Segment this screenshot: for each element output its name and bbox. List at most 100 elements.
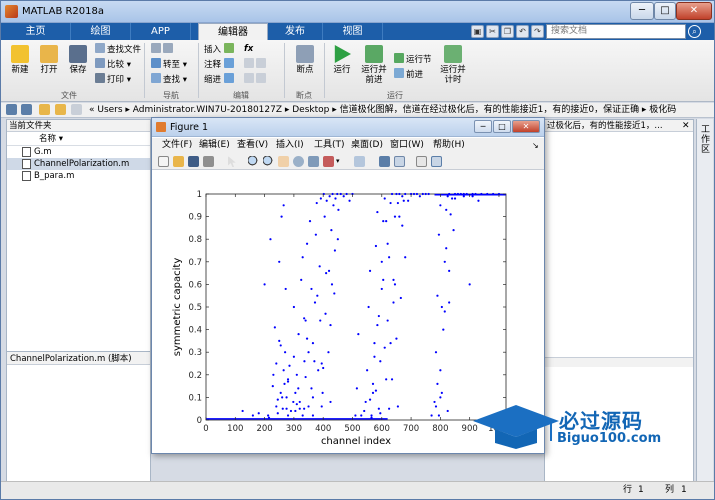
menu-view[interactable]: 查看(V) bbox=[237, 138, 268, 153]
indent-button[interactable]: 缩进 bbox=[204, 73, 236, 86]
minimize-button[interactable]: ─ bbox=[630, 2, 654, 20]
data-point bbox=[348, 199, 351, 202]
data-point bbox=[459, 192, 462, 196]
search-docs-input[interactable]: 搜索文档 bbox=[546, 24, 686, 39]
tab-apps[interactable]: APP bbox=[131, 23, 191, 40]
data-point bbox=[322, 366, 325, 370]
file-row-selected[interactable]: ChannelPolarization.m bbox=[7, 158, 150, 170]
maximize-button[interactable]: □ bbox=[654, 2, 676, 20]
divider bbox=[144, 43, 145, 98]
pan-icon[interactable] bbox=[278, 156, 289, 167]
run-time-button[interactable]: 运行并计时 bbox=[439, 45, 467, 85]
figure-title-bar[interactable]: Figure 1 ─ □ ✕ bbox=[152, 118, 544, 137]
colorbar-icon[interactable] bbox=[379, 156, 390, 167]
file-row[interactable]: B_para.m bbox=[7, 170, 150, 182]
run-button[interactable]: 运行 bbox=[329, 45, 355, 75]
save-icon[interactable]: ▣ bbox=[471, 25, 484, 38]
current-folder-panel: 当前文件夹 名称 ▾ G.m ChannelPolarization.m B_p… bbox=[6, 119, 151, 493]
data-point bbox=[373, 342, 376, 345]
data-point bbox=[323, 215, 326, 218]
tab-editor[interactable]: 编辑器 bbox=[198, 23, 268, 40]
pointer-icon[interactable] bbox=[228, 156, 236, 167]
run-time-icon bbox=[444, 45, 462, 63]
zoom-in-icon[interactable] bbox=[248, 156, 259, 167]
figure-close-button[interactable]: ✕ bbox=[512, 120, 540, 133]
cut-icon[interactable]: ✂ bbox=[486, 25, 499, 38]
dock-figure-icon[interactable] bbox=[431, 156, 442, 167]
rotate-icon[interactable] bbox=[293, 156, 304, 167]
file-row[interactable]: G.m bbox=[7, 146, 150, 158]
new-button[interactable]: 新建 bbox=[7, 45, 33, 75]
name-column-header[interactable]: 名称 ▾ bbox=[7, 132, 150, 146]
redo-icon[interactable]: ↷ bbox=[531, 25, 544, 38]
menu-insert[interactable]: 插入(I) bbox=[276, 138, 304, 153]
run-section-button[interactable]: 运行节 bbox=[394, 53, 432, 66]
fx-button[interactable]: fx bbox=[244, 43, 253, 55]
data-point bbox=[284, 287, 287, 291]
zoom-out-icon[interactable] bbox=[263, 156, 274, 167]
open-file-icon[interactable] bbox=[173, 156, 184, 167]
workspace-sidebar[interactable]: 工作区 bbox=[696, 119, 713, 491]
undo-icon[interactable]: ↶ bbox=[516, 25, 529, 38]
menu-help[interactable]: 帮助(H) bbox=[433, 138, 465, 153]
breakpoints-button[interactable]: 断点 bbox=[291, 45, 319, 75]
link-plot-icon[interactable] bbox=[354, 156, 365, 167]
compare-button[interactable]: 比较 ▾ bbox=[95, 58, 131, 71]
save-figure-icon[interactable] bbox=[188, 156, 199, 167]
menu-dock-icon[interactable]: ↘ bbox=[532, 138, 539, 153]
data-cursor-icon[interactable] bbox=[308, 156, 319, 167]
browse-folder-icon[interactable] bbox=[55, 104, 66, 115]
percent-icon[interactable] bbox=[244, 58, 268, 71]
path-menu-icon[interactable] bbox=[71, 104, 82, 115]
current-path[interactable]: « Users ▸ Administrator.WIN7U-20180127Z … bbox=[89, 103, 676, 117]
tab-home[interactable]: 主页 bbox=[1, 23, 71, 40]
comment-button[interactable]: 注释 bbox=[204, 58, 236, 71]
search-icon[interactable]: ⌕ bbox=[688, 25, 701, 38]
data-point bbox=[297, 333, 300, 336]
save-button[interactable]: 保存 bbox=[64, 45, 92, 75]
goto-button[interactable]: 转至 ▾ bbox=[151, 58, 187, 71]
menu-desktop[interactable]: 桌面(D) bbox=[351, 138, 383, 153]
data-point bbox=[283, 382, 286, 385]
data-point bbox=[339, 192, 342, 196]
divider bbox=[324, 43, 325, 98]
data-point bbox=[294, 409, 297, 413]
run-advance-button[interactable]: 运行并前进 bbox=[359, 45, 389, 85]
brush-icon[interactable] bbox=[323, 156, 334, 167]
data-point bbox=[286, 414, 290, 417]
nav-back-icon[interactable] bbox=[151, 43, 175, 56]
tab-publish[interactable]: 发布 bbox=[268, 23, 323, 40]
find-files-button[interactable]: 查找文件 bbox=[95, 43, 141, 56]
brush-dropdown-icon[interactable]: ▾ bbox=[336, 156, 347, 167]
menu-edit[interactable]: 编辑(E) bbox=[199, 138, 230, 153]
data-point bbox=[285, 396, 288, 399]
editor-tab[interactable]: 过极化后，有的性能接近1，... bbox=[545, 120, 693, 132]
data-point bbox=[456, 192, 460, 196]
data-point bbox=[374, 389, 378, 392]
up-folder-icon[interactable] bbox=[39, 104, 50, 115]
hide-tools-icon[interactable] bbox=[416, 156, 427, 167]
close-button[interactable]: ✕ bbox=[676, 2, 712, 20]
menu-file[interactable]: 文件(F) bbox=[162, 138, 192, 153]
open-folder-icon bbox=[40, 45, 58, 63]
advance-button[interactable]: 前进 bbox=[394, 68, 423, 81]
back-icon[interactable] bbox=[6, 104, 17, 115]
new-figure-icon[interactable] bbox=[158, 156, 169, 167]
legend-icon[interactable] bbox=[394, 156, 405, 167]
forward-icon[interactable] bbox=[21, 104, 32, 115]
find-button[interactable]: 查找 ▾ bbox=[151, 73, 187, 86]
figure-maximize-button[interactable]: □ bbox=[493, 120, 511, 133]
open-button[interactable]: 打开 bbox=[35, 45, 63, 75]
figure-minimize-button[interactable]: ─ bbox=[474, 120, 492, 133]
close-icon[interactable]: ✕ bbox=[682, 121, 690, 131]
tab-view[interactable]: 视图 bbox=[323, 23, 383, 40]
insert-button[interactable]: 插入 bbox=[204, 43, 236, 56]
title-bar: MATLAB R2018a ─ □ ✕ bbox=[1, 1, 714, 23]
menu-tools[interactable]: 工具(T) bbox=[314, 138, 345, 153]
menu-window[interactable]: 窗口(W) bbox=[390, 138, 424, 153]
copy-icon[interactable]: ❐ bbox=[501, 25, 514, 38]
indent-tools-icon[interactable] bbox=[244, 73, 268, 86]
tab-plots[interactable]: 绘图 bbox=[71, 23, 131, 40]
print-button[interactable]: 打印 ▾ bbox=[95, 73, 131, 86]
print-figure-icon[interactable] bbox=[203, 156, 214, 167]
